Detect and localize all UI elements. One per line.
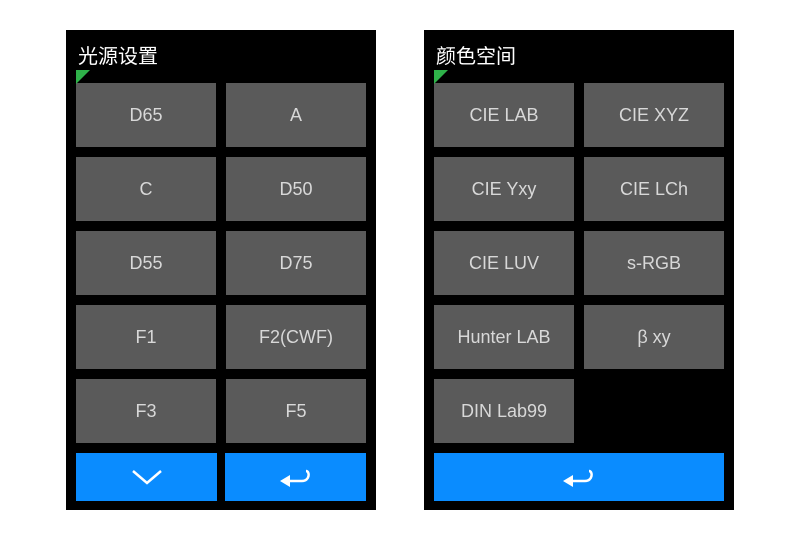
option-c[interactable]: C	[76, 157, 216, 221]
option-a[interactable]: A	[226, 83, 366, 147]
illuminant-settings-screen: 光源设置 D65 A C D50 D55 D75 F1 F2(CWF) F3 F…	[66, 30, 376, 510]
selection-marker-icon	[76, 70, 90, 84]
option-f2-cwf[interactable]: F2(CWF)	[226, 305, 366, 369]
selection-marker-icon	[434, 70, 448, 84]
option-cie-luv[interactable]: CIE LUV	[434, 231, 574, 295]
return-arrow-icon	[276, 465, 316, 489]
chevron-down-icon	[129, 467, 165, 487]
illuminant-options-grid: D65 A C D50 D55 D75 F1 F2(CWF) F3 F5	[66, 75, 376, 443]
page-down-button[interactable]	[76, 453, 217, 501]
return-arrow-icon	[559, 465, 599, 489]
footer-bar	[424, 443, 734, 511]
page-title: 颜色空间	[424, 30, 734, 75]
option-d65[interactable]: D65	[76, 83, 216, 147]
option-hunter-lab[interactable]: Hunter LAB	[434, 305, 574, 369]
back-button[interactable]	[434, 453, 724, 501]
option-f5[interactable]: F5	[226, 379, 366, 443]
color-space-options-grid: CIE LAB CIE XYZ CIE Yxy CIE LCh CIE LUV …	[424, 75, 734, 443]
page-title: 光源设置	[66, 30, 376, 75]
option-din-lab99[interactable]: DIN Lab99	[434, 379, 574, 443]
option-d75[interactable]: D75	[226, 231, 366, 295]
footer-bar	[66, 443, 376, 511]
option-beta-xy[interactable]: β xy	[584, 305, 724, 369]
option-cie-xyz[interactable]: CIE XYZ	[584, 83, 724, 147]
option-cie-yxy[interactable]: CIE Yxy	[434, 157, 574, 221]
option-cie-lch[interactable]: CIE LCh	[584, 157, 724, 221]
back-button[interactable]	[225, 453, 366, 501]
option-f1[interactable]: F1	[76, 305, 216, 369]
option-f3[interactable]: F3	[76, 379, 216, 443]
option-d50[interactable]: D50	[226, 157, 366, 221]
option-s-rgb[interactable]: s-RGB	[584, 231, 724, 295]
option-d55[interactable]: D55	[76, 231, 216, 295]
option-cie-lab[interactable]: CIE LAB	[434, 83, 574, 147]
color-space-screen: 颜色空间 CIE LAB CIE XYZ CIE Yxy CIE LCh CIE…	[424, 30, 734, 510]
